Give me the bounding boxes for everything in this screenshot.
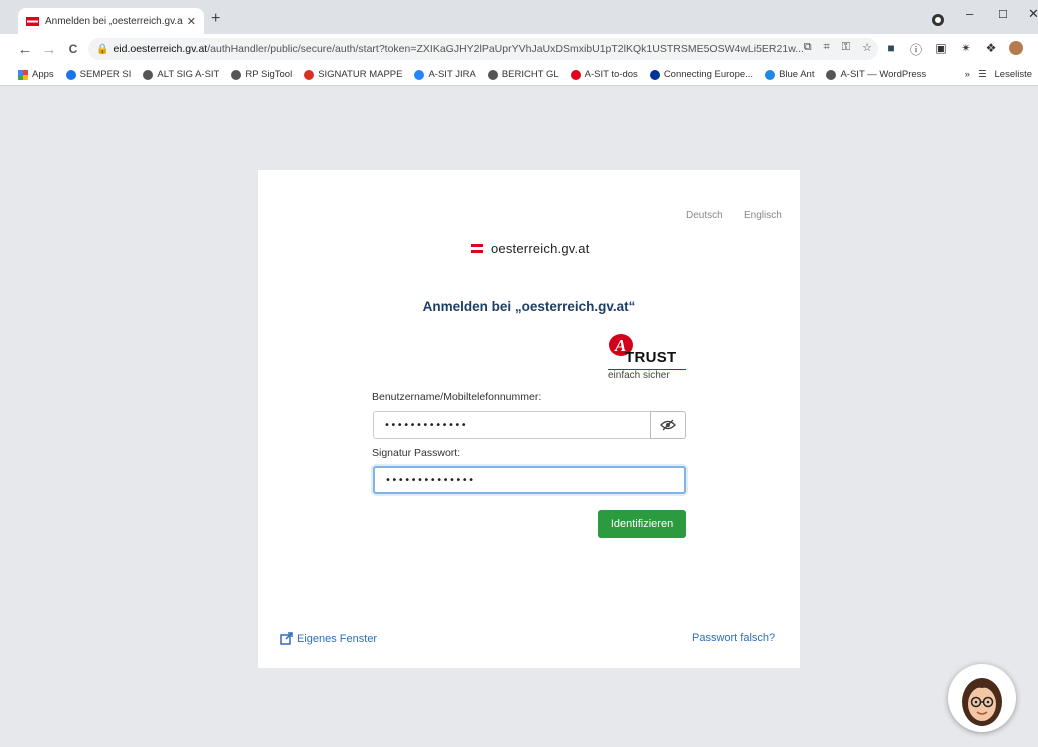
identify-button[interactable]: Identifizieren (598, 510, 686, 538)
back-button[interactable]: ← (14, 41, 36, 58)
brand-name: oesterreich.gv.at (491, 241, 590, 256)
bookmarks-overflow: » ☰ Leseliste (965, 69, 1032, 80)
tab-title: Anmelden bei „oesterreich.gv.at“ (45, 15, 183, 27)
extension-c-icon[interactable]: ▣ (934, 41, 948, 58)
bookmark-label: SEMPER SI (79, 69, 132, 80)
install-icon[interactable]: ⧉ (804, 41, 812, 54)
extension-d-icon[interactable]: ✴ (959, 41, 973, 58)
profile-icon[interactable] (1009, 41, 1023, 58)
bookmark-item[interactable]: Blue Ant (765, 69, 814, 80)
bookmark-item[interactable]: Apps (18, 69, 54, 80)
bookmark-item[interactable]: A-SIT — WordPress (826, 69, 926, 80)
menu-icon[interactable]: ⋮ (1034, 41, 1038, 58)
browser-toolbar: ← → C 🔒 eid.oesterreich.gv.at /authHandl… (0, 34, 1038, 64)
brand-logo: oesterreich.gv.at (471, 241, 590, 256)
maximize-button[interactable]: ☐ (998, 8, 1008, 21)
bookmark-item[interactable]: BERICHT GL (487, 69, 559, 80)
bookmark-label: RP SigTool (245, 69, 293, 80)
toggle-visibility-button[interactable] (650, 411, 686, 439)
bookmark-label: BERICHT GL (501, 69, 559, 80)
own-window-link[interactable]: Eigenes Fenster (280, 632, 377, 645)
password-label: Signatur Passwort: (372, 447, 461, 459)
new-tab-button[interactable]: + (211, 10, 220, 28)
bookmark-item[interactable]: SIGNATUR MAPPE (304, 69, 402, 80)
language-englisch-link[interactable]: Englisch (744, 210, 782, 221)
page-background: Deutsch Englisch oesterreich.gv.at Anmel… (8, 87, 1038, 747)
forward-button[interactable]: → (38, 41, 60, 58)
bookmarks-bar: Apps SEMPER SI ALT SIG A-SIT RP SigTool SIGN… (0, 64, 1038, 86)
reading-list-button[interactable]: Leseliste (995, 69, 1033, 80)
blueant-icon (765, 69, 776, 80)
assistant-face-icon (962, 678, 1002, 726)
atrust-slogan: einfach sicher (608, 369, 686, 381)
minimize-button[interactable]: – (966, 6, 973, 21)
bookmark-label: A-SIT to-dos (584, 69, 638, 80)
bookmarks-more-button[interactable]: » (965, 69, 970, 80)
bookmark-label: ALT SIG A-SIT (157, 69, 220, 80)
page-title: Anmelden bei „oesterreich.gv.at“ (422, 299, 636, 314)
globe-icon (826, 69, 837, 80)
url-path: /authHandler/public/secure/auth/start?to… (207, 43, 804, 55)
puzzle-icon[interactable]: ❖ (984, 41, 998, 58)
external-window-icon (280, 632, 293, 645)
extension-a-icon[interactable]: ■ (884, 41, 898, 58)
star-icon[interactable]: ☆ (862, 41, 872, 54)
close-window-button[interactable]: ✕ (1028, 6, 1038, 22)
language-deutsch-link[interactable]: Deutsch (686, 210, 723, 221)
key-icon[interactable]: ⚿ (842, 41, 850, 54)
password-input[interactable]: •••••••••••••• (373, 466, 686, 494)
todo-icon (570, 69, 581, 80)
cef-icon (649, 69, 660, 80)
media-control-icon[interactable] (932, 14, 944, 26)
browser-tabstrip: Anmelden bei „oesterreich.gv.at“ ✕ + – ☐… (0, 0, 1038, 34)
assistant-avatar-button[interactable] (948, 664, 1016, 732)
atrust-logo: A TRUST einfach sicher (608, 333, 688, 381)
apps-icon (18, 69, 28, 80)
username-input[interactable]: ••••••••••••• (373, 411, 651, 439)
reload-button[interactable]: C (62, 42, 84, 56)
bookmark-item[interactable]: A-SIT to-dos (570, 69, 638, 80)
qr-icon[interactable]: ⌗ (824, 41, 830, 54)
semper-icon (65, 69, 76, 80)
own-window-label: Eigenes Fenster (297, 632, 378, 645)
address-bar[interactable]: 🔒 eid.oesterreich.gv.at /authHandler/pub… (88, 38, 878, 60)
globe-icon (487, 69, 498, 80)
tab-close-icon[interactable]: ✕ (187, 15, 196, 28)
bookmark-label: A-SIT JIRA (428, 69, 476, 80)
wrong-password-link[interactable]: Passwort falsch? (692, 632, 775, 644)
atrust-wordmark: TRUST (625, 349, 677, 366)
bookmark-item[interactable]: Connecting Europe... (649, 69, 754, 80)
bookmark-label: Apps (32, 69, 54, 80)
bookmark-item[interactable]: ALT SIG A-SIT (143, 69, 219, 80)
url-host: eid.oesterreich.gv.at (113, 43, 208, 55)
bookmark-item[interactable]: A-SIT JIRA (414, 69, 476, 80)
austria-flag-icon (471, 244, 483, 253)
bookmark-label: A-SIT — WordPress (840, 69, 927, 80)
browser-tab-active[interactable]: Anmelden bei „oesterreich.gv.at“ ✕ (18, 8, 204, 34)
extension-b-icon[interactable]: ⓘ (909, 41, 923, 58)
bookmark-item[interactable]: RP SigTool (231, 69, 292, 80)
username-label: Benutzername/Mobiltelefonnummer: (372, 391, 542, 403)
signatur-icon (304, 69, 315, 80)
globe-icon (143, 69, 154, 80)
bookmark-label: Connecting Europe... (663, 69, 754, 80)
bookmark-label: Blue Ant (779, 69, 815, 80)
eye-slash-icon (660, 419, 676, 431)
bookmark-label: SIGNATUR MAPPE (318, 69, 403, 80)
login-card: Deutsch Englisch oesterreich.gv.at Anmel… (258, 170, 800, 668)
jira-icon (414, 69, 425, 80)
austria-flag-icon (26, 16, 39, 26)
bookmark-item[interactable]: SEMPER SI (65, 69, 132, 80)
lock-icon: 🔒 (96, 43, 109, 55)
globe-icon (231, 69, 242, 80)
reading-list-icon: ☰ (977, 69, 987, 80)
